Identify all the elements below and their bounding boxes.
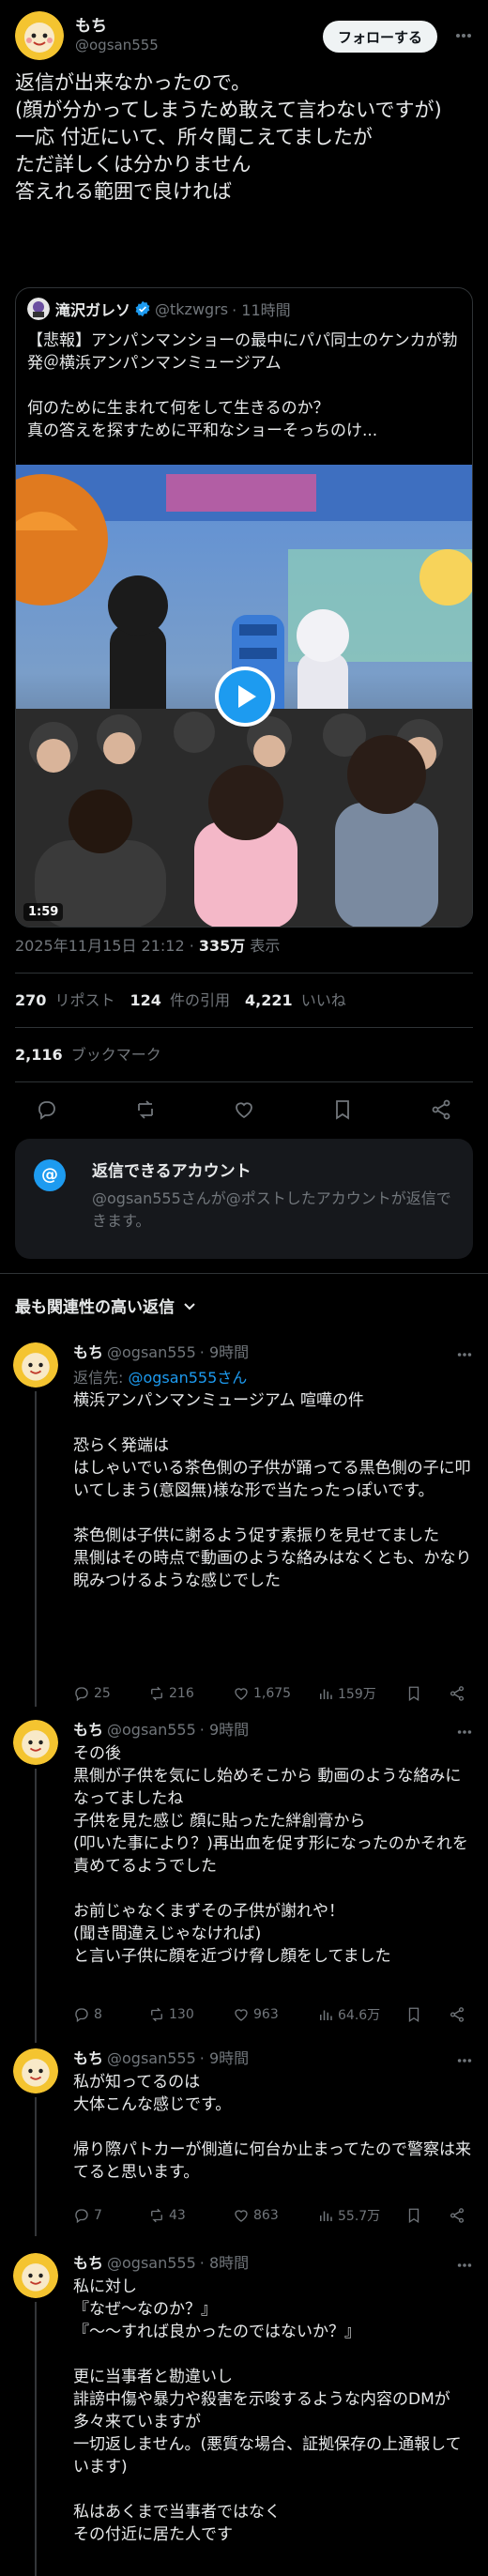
bookmark-icon[interactable] — [405, 1685, 422, 1702]
reply-to-mention[interactable]: @ogsan555さん — [128, 1369, 247, 1387]
reply-action-bar: 8 130 963 64.6万 — [73, 2003, 477, 2026]
author-name[interactable]: もち — [75, 17, 159, 36]
sort-label: 最も関連性の高い返信 — [15, 1298, 175, 1317]
bookmark-icon[interactable] — [331, 1098, 354, 1121]
quote-author-name: 滝沢ガレソ — [55, 301, 131, 319]
reply-avatar[interactable] — [13, 2253, 58, 2298]
reply-count-button[interactable]: 25 — [73, 1685, 148, 1702]
reply-header: もち @ogsan555 · 9時間 — [73, 2049, 250, 2067]
share-icon[interactable] — [449, 2207, 465, 2224]
quoted-post-card[interactable]: 滝沢ガレソ @tkzwgrs · 11時間 【悲報】アンパンマンショーの最中にパ… — [15, 287, 473, 928]
more-options-icon[interactable] — [456, 1346, 473, 1363]
views-count: 335万 — [198, 937, 246, 955]
more-options-icon[interactable] — [456, 2052, 473, 2069]
reply-icon[interactable] — [36, 1098, 58, 1121]
reposts-stat[interactable]: 270 リポスト — [15, 991, 115, 1009]
repost-count-button[interactable]: 216 — [148, 1685, 233, 1702]
bookmark-icon[interactable] — [405, 2207, 422, 2224]
reply-sort-dropdown[interactable]: 最も関連性の高い返信 — [15, 1294, 197, 1317]
share-icon[interactable] — [449, 2006, 465, 2023]
likes-stat[interactable]: 4,221 いいね — [245, 991, 346, 1009]
views-count-button[interactable]: 159万 — [317, 1684, 402, 1703]
post-timestamp[interactable]: 2025年11月15日 21:12 · — [15, 937, 199, 955]
thread-line — [35, 2302, 37, 2576]
reply-text: その後 黒側が子供を気にし始めそこから 動画のような絡みになってましたね 子供を… — [73, 1744, 468, 1966]
reply-item[interactable]: もち @ogsan555 · 8時間 私に対し 『なぜ〜なのか？』 『〜〜すれば良か… — [0, 2253, 488, 2576]
like-count-button[interactable]: 963 — [233, 2006, 317, 2023]
engagement-stats: 270 リポスト 124 件の引用 4,221 いいね — [15, 988, 346, 1010]
more-options-icon[interactable] — [454, 26, 473, 45]
quote-author-handle: @tkzwgrs — [155, 299, 229, 318]
reply-text: 私が知ってるのは 大体こんな感じです。 帰り際パトカーが側道に何台か止まってたの… — [73, 2073, 471, 2182]
reply-count-button[interactable]: 8 — [73, 2006, 148, 2023]
share-icon[interactable] — [430, 1098, 452, 1121]
video-duration: 1:59 — [23, 903, 64, 921]
reply-item[interactable]: もち @ogsan555 · 9時間 返信先: @ogsan555さん 横浜アンパン… — [0, 1342, 488, 1718]
thread-line — [35, 1769, 37, 2043]
reply-action-bar: 7 43 863 55.7万 — [73, 2204, 477, 2227]
reply-header: もち @ogsan555 · 9時間 — [73, 1721, 250, 1739]
quoted-post-header: 滝沢ガレソ @tkzwgrs · 11時間 — [27, 298, 291, 320]
reply-text: 私に対し 『なぜ〜なのか？』 『〜〜すれば良かったのではないか？』 更に当事者と… — [73, 2277, 462, 2544]
views-count-button[interactable]: 64.6万 — [317, 2005, 402, 2024]
like-count-button[interactable]: 863 — [233, 2207, 317, 2224]
repost-count-button[interactable]: 130 — [148, 2006, 233, 2023]
reply-item[interactable]: もち @ogsan555 · 9時間 その後 黒側が子供を気にし始めそこから 動画の… — [0, 1720, 488, 2043]
play-button[interactable] — [215, 667, 275, 727]
views-count-button[interactable]: 55.7万 — [317, 2206, 402, 2225]
views-label: 表示 — [245, 937, 281, 955]
notice-body: @ogsan555さんが@ポストしたアカウントが返信できます。 — [92, 1189, 451, 1230]
quote-text: 【悲報】アンパンマンショーの最中にパパ同士のケンカが勃発＠横浜アンパンマンミュー… — [27, 331, 458, 440]
reply-item[interactable]: もち @ogsan555 · 9時間 私が知ってるのは 大体こんな感じです。 帰り際… — [0, 2048, 488, 2236]
divider — [15, 1081, 473, 1082]
quotes-stat[interactable]: 124 件の引用 — [130, 991, 231, 1009]
post-detail-page: もち @ogsan555 フォローする 返信が出来なかったので。 (顔が分かって… — [0, 0, 488, 2576]
at-sign-icon: @ — [34, 1159, 66, 1191]
like-count-button[interactable]: 1,675 — [233, 1685, 317, 1702]
post-meta: 2025年11月15日 21:12 · 335万 表示 — [15, 933, 280, 956]
post-header: もち @ogsan555 フォローする — [15, 11, 473, 60]
post-text: 返信が出来なかったので。 (顔が分かってしまうため敢えて言わないですが) 一応 … — [15, 71, 442, 203]
divider — [0, 1273, 488, 1274]
video-thumbnail[interactable]: 1:59 — [16, 465, 472, 927]
chevron-down-icon — [184, 1302, 195, 1310]
like-icon[interactable] — [233, 1098, 255, 1121]
divider — [15, 973, 473, 974]
reply-text: 横浜アンパンマンミュージアム 喧嘩の件 恐らく発端は はしゃいでいる茶色側の子供… — [73, 1391, 472, 1590]
reply-avatar[interactable] — [13, 2048, 58, 2093]
share-icon[interactable] — [449, 1685, 465, 1702]
more-options-icon[interactable] — [456, 1724, 473, 1740]
divider — [15, 1027, 473, 1028]
reply-avatar[interactable] — [13, 1342, 58, 1388]
thread-line — [35, 2097, 37, 2236]
thread-line — [35, 1391, 37, 1707]
reply-to-line: 返信先: @ogsan555さん — [73, 1369, 248, 1387]
quote-author-avatar — [27, 298, 50, 320]
repost-icon[interactable] — [134, 1098, 157, 1121]
reply-avatar[interactable] — [13, 1720, 58, 1765]
post-action-bar — [15, 1098, 473, 1136]
reply-restriction-notice: @ 返信できるアカウント @ogsan555さんが@ポストしたアカウントが返信で… — [15, 1139, 473, 1259]
more-options-icon[interactable] — [456, 2257, 473, 2274]
verified-badge-icon — [135, 300, 150, 317]
reply-header: もち @ogsan555 · 9時間 — [73, 1343, 250, 1361]
follow-button[interactable]: フォローする — [322, 21, 437, 53]
reply-header: もち @ogsan555 · 8時間 — [73, 2254, 250, 2272]
bookmark-icon[interactable] — [405, 2006, 422, 2023]
notice-title: 返信できるアカウント — [92, 1162, 252, 1181]
author-handle[interactable]: @ogsan555 — [75, 36, 159, 54]
bookmarks-stat[interactable]: 2,116 ブックマーク — [15, 1042, 161, 1065]
author-avatar[interactable] — [15, 11, 64, 60]
reply-count-button[interactable]: 7 — [73, 2207, 148, 2224]
quote-time: · 11時間 — [232, 301, 291, 319]
repost-count-button[interactable]: 43 — [148, 2207, 233, 2224]
reply-action-bar: 25 216 1,675 159万 — [73, 1682, 477, 1705]
